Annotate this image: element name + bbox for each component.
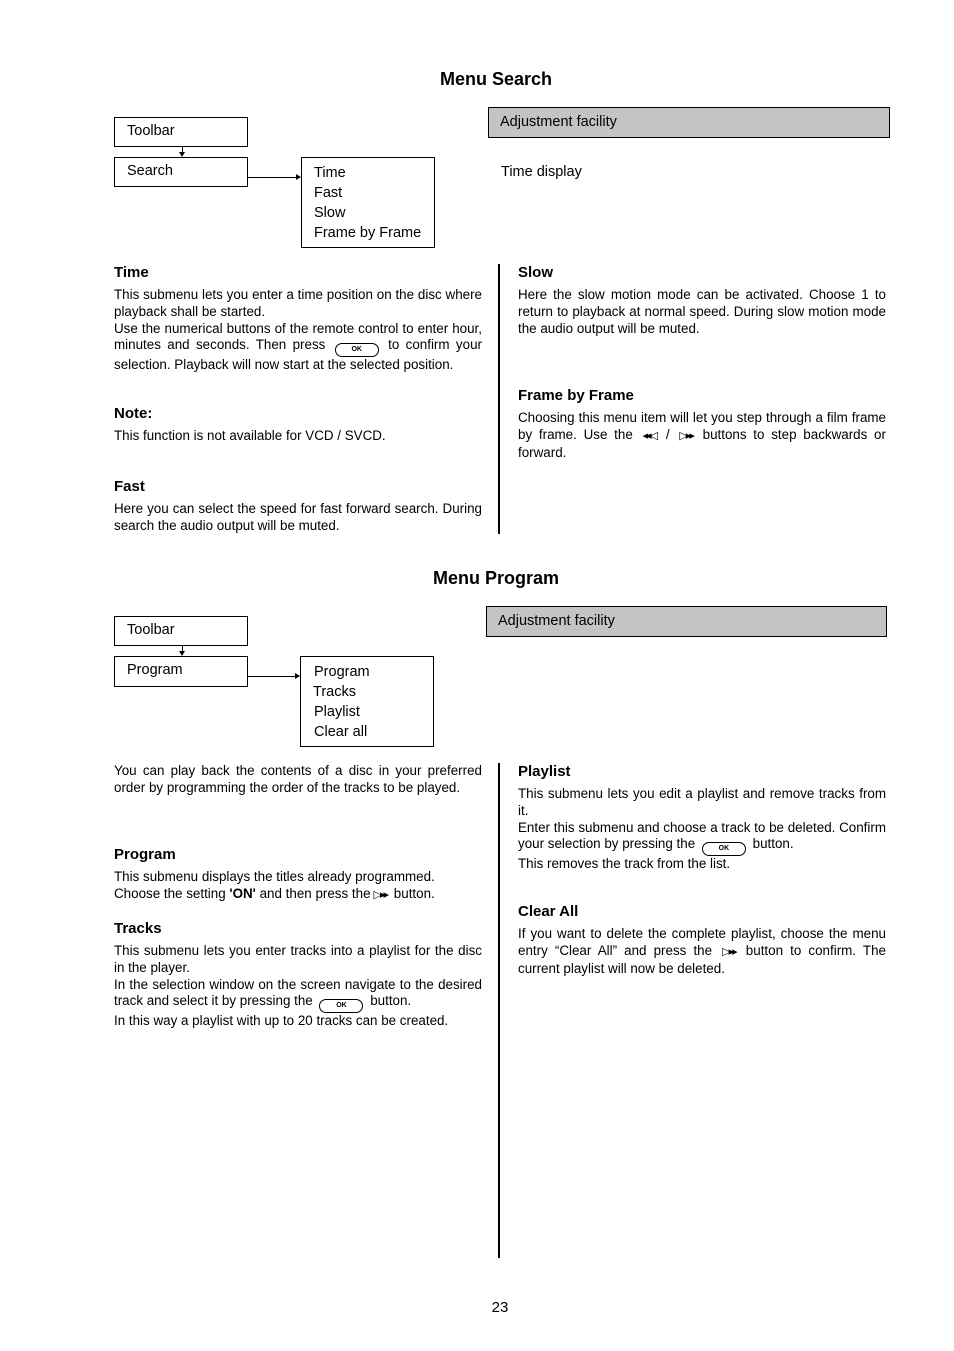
section-tracks: Tracks This submenu lets you enter track… [114,920,482,1030]
toolbar-label: Toolbar [127,123,175,139]
section-clear-all: Clear All If you want to delete the comp… [518,903,886,977]
section-heading: Time [114,264,149,281]
section-text: Choose the setting 'ON' and then press t… [114,886,482,904]
submenu-item-time: Time [314,165,346,181]
search-label: Search [127,163,173,179]
section-text: This submenu displays the titles already… [114,869,435,884]
section-note: Note: This function is not available for… [114,405,482,445]
section-fast: Fast Here you can select the speed for f… [114,478,482,535]
section-text: This removes the track from the list. [518,856,731,872]
page-number: 23 [491,1299,509,1316]
section-heading: Note: [114,405,153,422]
section-text: Here you can select the speed for fast f… [114,501,482,533]
section-text: If you want to delete the complete playl… [518,926,886,976]
section-text: This submenu lets you enter a time posit… [114,287,482,319]
section-text: This submenu lets you enter tracks into … [114,943,482,975]
connector-line [248,177,298,178]
search-diagram-menu-box: Search [114,157,248,187]
ok-button-icon: OK [334,343,379,358]
section-intro: You can play back the contents of a disc… [114,763,482,797]
section-heading: Tracks [114,920,162,937]
submenu-item-clear-all: Clear all [314,724,368,740]
section-text: This function is not available for VCD /… [114,428,386,443]
section-heading: Frame by Frame [518,387,634,404]
section-text: In this way a playlist with up to 20 tra… [114,1013,449,1029]
program-diagram-menu-box: Program [114,656,248,687]
menu-search-title: Menu Search [440,69,553,89]
play-forward-icon: ▷▸▸ [373,888,389,901]
section-frame-by-frame: Frame by Frame Choosing this menu item w… [518,387,886,461]
section-slow: Slow Here the slow motion mode can be ac… [518,264,886,337]
submenu-item-frame-by-frame: Frame by Frame [314,225,422,241]
submenu-item-fast: Fast [314,185,343,201]
adjustment-facility-header: Adjustment facility [486,606,887,637]
adjustment-value: Time display [501,164,582,180]
toolbar-label: Toolbar [127,622,175,638]
column-divider [498,763,500,1258]
section-heading: Program [114,846,176,863]
program-diagram-toolbar-box: Toolbar [114,616,248,646]
submenu-item-tracks: Tracks [313,684,356,700]
section-text: Choosing this menu item will let you ste… [518,410,886,460]
step-back-icon: ◂◂◁ [642,429,658,442]
section-text: Here the slow motion mode can be activat… [518,287,886,336]
connector-line [248,676,297,677]
section-text: Enter this submenu and choose a track to… [518,820,886,857]
section-text: Use the numerical buttons of the remote … [114,320,482,373]
program-label: Program [127,662,183,678]
ok-button-icon: OK [319,999,364,1014]
submenu-item-playlist: Playlist [314,704,360,720]
section-text: You can play back the contents of a disc… [114,763,482,795]
program-submenu-box: Program Tracks Playlist Clear all [300,656,434,747]
search-submenu-box: Time Fast Slow Frame by Frame [301,157,435,248]
section-program: Program This submenu displays the titles… [114,846,482,904]
menu-program-title: Menu Program [433,568,560,588]
section-time: Time This submenu lets you enter a time … [114,264,482,374]
search-diagram-toolbar-box: Toolbar [114,117,248,147]
section-playlist: Playlist This submenu lets you edit a pl… [518,763,886,873]
section-heading: Slow [518,264,554,281]
step-forward-icon: ▷▸▸ [679,429,694,442]
submenu-item-slow: Slow [314,205,346,221]
section-heading: Fast [114,478,145,495]
adjustment-facility-header: Adjustment facility [488,107,890,138]
section-text: In the selection window on the screen na… [114,977,482,1014]
column-divider [498,264,500,534]
play-forward-icon: ▷▸▸ [722,945,737,958]
section-heading: Playlist [518,763,571,780]
ok-button-icon: OK [701,842,746,857]
submenu-item-program: Program [314,664,370,680]
section-heading: Clear All [518,903,579,920]
section-text: This submenu lets you edit a playlist an… [518,786,886,818]
